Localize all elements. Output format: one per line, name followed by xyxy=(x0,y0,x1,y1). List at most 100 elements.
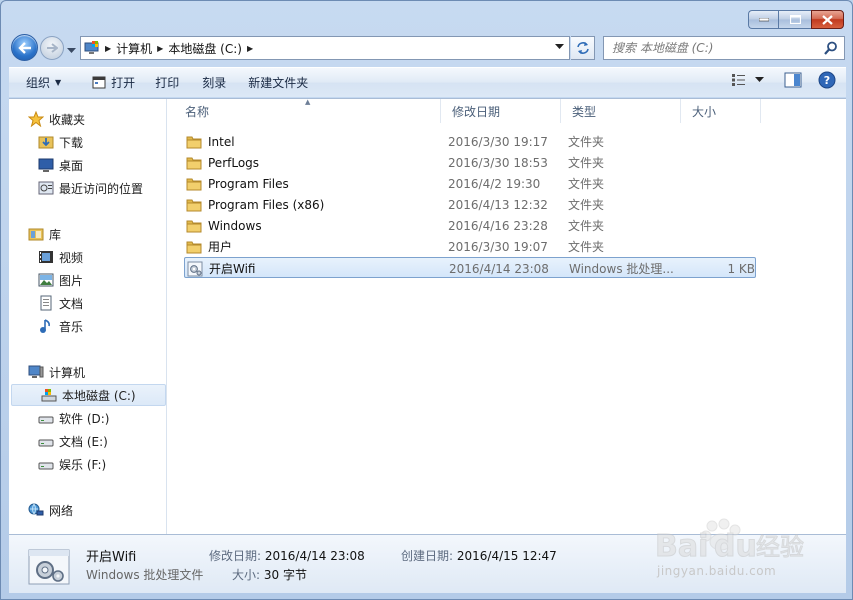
file-row[interactable]: Windows 2016/4/16 23:28 文件夹 xyxy=(184,215,756,236)
print-label: 打印 xyxy=(155,76,180,90)
file-row[interactable]: Intel 2016/3/30 19:17 文件夹 xyxy=(184,131,756,152)
created-date-field: 创建日期: 2016/4/15 12:47 xyxy=(401,547,557,564)
file-name: Intel xyxy=(208,134,235,149)
folder-icon xyxy=(186,155,202,171)
nav-downloads-label: 下载 xyxy=(59,135,84,150)
document-library-icon xyxy=(38,295,54,311)
file-name: 用户 xyxy=(208,240,233,254)
file-name: PerfLogs xyxy=(208,155,260,170)
nav-pictures[interactable]: 图片 xyxy=(9,269,165,291)
column-header-type[interactable]: 类型 xyxy=(561,99,681,123)
svg-text:经验: 经验 xyxy=(756,533,804,561)
column-date-label: 修改日期 xyxy=(452,104,501,119)
file-row[interactable]: PerfLogs 2016/3/30 18:53 文件夹 xyxy=(184,152,756,173)
breadcrumb-separator-icon[interactable]: ▶ xyxy=(247,44,253,53)
breadcrumb-separator-icon[interactable]: ▶ xyxy=(105,44,111,53)
nav-downloads[interactable]: 下载 xyxy=(9,131,165,153)
nav-pictures-label: 图片 xyxy=(59,273,84,288)
file-name-cell: Program Files (x86) xyxy=(186,194,324,215)
chevron-down-icon xyxy=(67,48,76,53)
recent-pages-dropdown[interactable] xyxy=(67,43,76,57)
search-icon[interactable] xyxy=(824,41,838,55)
file-list: ▲ 名称 修改日期 类型 大小 Intel 2016/3/30 19:17 文件夹 P… xyxy=(174,98,846,535)
nav-drive-e[interactable]: 文档 (E:) xyxy=(9,430,165,452)
column-header-name[interactable]: 名称 xyxy=(174,99,441,123)
back-button[interactable] xyxy=(11,34,38,61)
organize-label: 组织 xyxy=(26,76,51,90)
address-dropdown-icon[interactable] xyxy=(555,44,564,50)
file-date: 2016/3/30 19:07 xyxy=(448,239,548,254)
organize-button[interactable]: 组织 ▼ xyxy=(9,71,70,95)
file-size: 1 KB xyxy=(727,261,755,276)
nav-music-label: 音乐 xyxy=(59,319,84,334)
maximize-icon xyxy=(789,15,801,24)
drive-icon xyxy=(38,433,54,449)
file-size xyxy=(688,194,754,215)
view-dropdown-icon[interactable] xyxy=(755,77,764,83)
print-button[interactable]: 打印 xyxy=(146,71,188,95)
main-area: 收藏夹 下载 桌面 最近访问的位置 库 视频 图片 文档 音乐 计算机 本地磁盘… xyxy=(9,98,846,535)
close-button[interactable] xyxy=(811,10,844,29)
nav-favorites[interactable]: 收藏夹 xyxy=(9,108,165,130)
new-folder-button[interactable]: 新建文件夹 xyxy=(239,71,317,95)
address-row: ▶ 计算机 ▶ 本地磁盘 (C:) ▶ xyxy=(1,33,852,63)
nav-recent[interactable]: 最近访问的位置 xyxy=(9,177,165,199)
star-icon xyxy=(28,111,44,127)
preview-pane-icon[interactable] xyxy=(784,72,802,88)
breadcrumb-computer[interactable]: 计算机 xyxy=(116,40,152,57)
nav-network-label: 网络 xyxy=(49,503,74,518)
help-icon[interactable]: ? xyxy=(818,71,836,89)
search-input[interactable] xyxy=(612,37,822,59)
file-row[interactable]: Program Files (x86) 2016/4/13 12:32 文件夹 xyxy=(184,194,756,215)
nav-computer[interactable]: 计算机 xyxy=(9,361,165,383)
view-options-icon[interactable] xyxy=(731,73,747,87)
file-date: 2016/4/16 23:28 xyxy=(448,218,548,233)
file-row[interactable]: 开启Wifi 2016/4/14 23:08 Windows 批处理... 1 KB xyxy=(184,257,756,278)
nav-libraries[interactable]: 库 xyxy=(9,223,165,245)
nav-documents-label: 文档 xyxy=(59,296,84,311)
file-name-cell: 用户 xyxy=(186,236,232,257)
nav-videos[interactable]: 视频 xyxy=(9,246,165,268)
burn-label: 刻录 xyxy=(202,76,227,90)
nav-desktop[interactable]: 桌面 xyxy=(9,154,165,176)
batch-file-icon xyxy=(28,549,70,585)
nav-recent-label: 最近访问的位置 xyxy=(59,181,144,196)
breadcrumb-drive-c[interactable]: 本地磁盘 (C:) xyxy=(168,40,242,57)
nav-videos-label: 视频 xyxy=(59,250,84,265)
nav-network[interactable]: 网络 xyxy=(9,499,165,521)
minimize-button[interactable] xyxy=(748,10,778,29)
file-date: 2016/3/30 18:53 xyxy=(448,155,548,170)
navigation-pane[interactable]: 收藏夹 下载 桌面 最近访问的位置 库 视频 图片 文档 音乐 计算机 本地磁盘… xyxy=(9,99,167,535)
column-type-label: 类型 xyxy=(572,104,597,119)
file-type: 文件夹 xyxy=(568,135,605,149)
created-date-value: 2016/4/15 12:47 xyxy=(456,549,557,563)
burn-button[interactable]: 刻录 xyxy=(193,71,235,95)
nav-drive-c-label: 本地磁盘 (C:) xyxy=(62,388,136,403)
nav-libraries-label: 库 xyxy=(49,227,62,242)
modified-date-label: 修改日期: xyxy=(209,549,262,563)
refresh-button[interactable] xyxy=(571,36,595,60)
file-row[interactable]: Program Files 2016/4/2 19:30 文件夹 xyxy=(184,173,756,194)
nav-drive-d[interactable]: 软件 (D:) xyxy=(9,407,165,429)
folder-icon xyxy=(186,134,202,150)
nav-music[interactable]: 音乐 xyxy=(9,315,165,337)
nav-drive-c[interactable]: 本地磁盘 (C:) xyxy=(11,384,166,406)
file-size xyxy=(688,152,754,173)
close-icon xyxy=(822,14,833,25)
file-date: 2016/4/14 23:08 xyxy=(449,261,549,276)
file-name: 开启Wifi xyxy=(209,262,256,276)
column-name-label: 名称 xyxy=(185,104,210,119)
nav-documents[interactable]: 文档 xyxy=(9,292,165,314)
file-type: 文件夹 xyxy=(568,156,605,170)
address-bar[interactable]: ▶ 计算机 ▶ 本地磁盘 (C:) ▶ xyxy=(80,36,570,60)
column-header-date[interactable]: 修改日期 xyxy=(441,99,561,123)
column-header-size[interactable]: 大小 xyxy=(681,99,761,123)
maximize-button[interactable] xyxy=(778,10,811,29)
nav-drive-f[interactable]: 娱乐 (F:) xyxy=(9,453,165,475)
open-button[interactable]: 打开 xyxy=(83,71,144,95)
file-row[interactable]: 用户 2016/3/30 19:07 文件夹 xyxy=(184,236,756,257)
svg-text:du: du xyxy=(714,529,757,564)
forward-button[interactable] xyxy=(40,36,64,60)
breadcrumb-separator-icon[interactable]: ▶ xyxy=(157,44,163,53)
search-box[interactable] xyxy=(603,36,845,60)
